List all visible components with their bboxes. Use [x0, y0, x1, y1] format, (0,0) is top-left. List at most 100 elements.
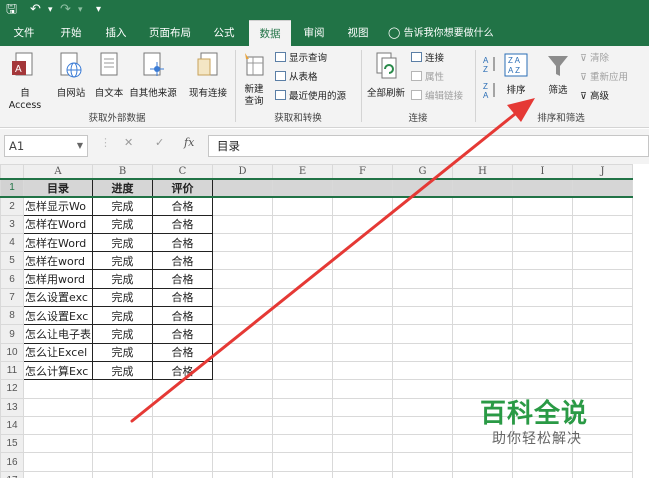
empty-cell[interactable]: [212, 397, 273, 417]
column-header-j[interactable]: J: [572, 164, 633, 179]
cell-c[interactable]: [152, 434, 213, 454]
empty-cell[interactable]: [272, 287, 333, 308]
from-web-button[interactable]: 自网站: [52, 51, 90, 100]
recent-sources-button[interactable]: 最近使用的源: [275, 90, 346, 104]
cell-a[interactable]: 怎样用word: [23, 269, 93, 289]
from-other-sources-button[interactable]: 自其他来源: [126, 51, 180, 100]
tab-home[interactable]: 开始: [50, 20, 92, 46]
cell-b[interactable]: 完成: [92, 214, 153, 234]
cell-b[interactable]: [92, 397, 153, 417]
cell-a[interactable]: 怎样在word: [23, 251, 93, 271]
cell-a[interactable]: 怎么让电子表: [23, 324, 93, 344]
empty-cell[interactable]: [212, 214, 273, 234]
cell-b[interactable]: 完成: [92, 251, 153, 271]
cell-c[interactable]: 合格: [152, 306, 213, 326]
cell-a[interactable]: 怎么设置exc: [23, 287, 93, 308]
empty-cell[interactable]: [572, 177, 633, 198]
empty-cell[interactable]: [572, 287, 633, 308]
empty-cell[interactable]: [452, 214, 513, 234]
empty-cell[interactable]: [392, 177, 453, 198]
tab-review[interactable]: 审阅: [294, 20, 334, 46]
empty-cell[interactable]: [572, 232, 633, 253]
empty-cell[interactable]: [452, 177, 513, 198]
empty-cell[interactable]: [272, 306, 333, 326]
empty-cell[interactable]: [572, 214, 633, 234]
empty-cell[interactable]: [392, 214, 453, 234]
column-header-h[interactable]: H: [452, 164, 513, 179]
cell-c[interactable]: 合格: [152, 287, 213, 308]
row-header[interactable]: 12: [0, 379, 24, 399]
empty-cell[interactable]: [212, 306, 273, 326]
empty-cell[interactable]: [212, 324, 273, 344]
empty-cell[interactable]: [512, 251, 573, 271]
cell-b[interactable]: 完成: [92, 269, 153, 289]
empty-cell[interactable]: [272, 269, 333, 289]
empty-cell[interactable]: [332, 232, 393, 253]
row-header[interactable]: 1: [0, 177, 24, 198]
empty-cell[interactable]: [452, 360, 513, 381]
cell-b[interactable]: [92, 434, 153, 454]
formula-input[interactable]: 目录: [208, 135, 649, 157]
empty-cell[interactable]: [272, 342, 333, 362]
empty-cell[interactable]: [452, 196, 513, 216]
empty-cell[interactable]: [392, 269, 453, 289]
empty-cell[interactable]: [512, 324, 573, 344]
empty-cell[interactable]: [392, 452, 453, 472]
tab-view[interactable]: 视图: [338, 20, 378, 46]
cell-b[interactable]: [92, 379, 153, 399]
cell-b[interactable]: 完成: [92, 306, 153, 326]
cell-b[interactable]: 完成: [92, 342, 153, 362]
empty-cell[interactable]: [512, 177, 573, 198]
empty-cell[interactable]: [392, 434, 453, 454]
row-header[interactable]: 5: [0, 251, 24, 271]
empty-cell[interactable]: [512, 232, 573, 253]
empty-cell[interactable]: [332, 324, 393, 344]
empty-cell[interactable]: [332, 269, 393, 289]
tab-insert[interactable]: 插入: [96, 20, 136, 46]
save-icon[interactable]: 🖫: [6, 1, 17, 19]
empty-cell[interactable]: [212, 452, 273, 472]
cell-a[interactable]: [23, 415, 93, 436]
cell-c[interactable]: 合格: [152, 360, 213, 381]
sort-descending-button[interactable]: ZA: [480, 80, 500, 104]
cell-b[interactable]: 完成: [92, 287, 153, 308]
cell-a[interactable]: 怎么设置Exc: [23, 306, 93, 326]
empty-cell[interactable]: [392, 196, 453, 216]
edit-links-button[interactable]: 编辑链接: [411, 90, 463, 104]
refresh-all-button[interactable]: 全部刷新: [364, 51, 408, 100]
redo-icon[interactable]: ↷: [60, 1, 71, 19]
from-access-button[interactable]: A 自 Access: [3, 51, 47, 112]
empty-cell[interactable]: [272, 434, 333, 454]
row-header[interactable]: 16: [0, 452, 24, 472]
empty-cell[interactable]: [212, 269, 273, 289]
empty-cell[interactable]: [452, 452, 513, 472]
empty-cell[interactable]: [212, 360, 273, 381]
empty-cell[interactable]: [392, 306, 453, 326]
cell-a[interactable]: 怎样在Word: [23, 214, 93, 234]
column-header-i[interactable]: I: [512, 164, 573, 179]
empty-cell[interactable]: [332, 251, 393, 271]
empty-cell[interactable]: [512, 342, 573, 362]
tab-page-layout[interactable]: 页面布局: [140, 20, 200, 46]
empty-cell[interactable]: [332, 287, 393, 308]
empty-cell[interactable]: [332, 397, 393, 417]
empty-cell[interactable]: [572, 360, 633, 381]
cell-a[interactable]: 怎么计算Exc: [23, 360, 93, 381]
empty-cell[interactable]: [212, 196, 273, 216]
empty-cell[interactable]: [212, 177, 273, 198]
row-header[interactable]: 15: [0, 434, 24, 454]
row-header[interactable]: 6: [0, 269, 24, 289]
tell-me-box[interactable]: ◯ 告诉我你想要做什么: [388, 20, 528, 46]
cell-a[interactable]: [23, 470, 93, 478]
row-header[interactable]: 10: [0, 342, 24, 362]
empty-cell[interactable]: [332, 196, 393, 216]
from-text-button[interactable]: 自文本: [90, 51, 128, 100]
empty-cell[interactable]: [212, 470, 273, 478]
cell-a[interactable]: [23, 434, 93, 454]
cell-b[interactable]: 完成: [92, 324, 153, 344]
column-header-a[interactable]: A: [23, 164, 93, 179]
empty-cell[interactable]: [272, 379, 333, 399]
empty-cell[interactable]: [572, 269, 633, 289]
cell-c[interactable]: [152, 397, 213, 417]
cell-c[interactable]: [152, 470, 213, 478]
